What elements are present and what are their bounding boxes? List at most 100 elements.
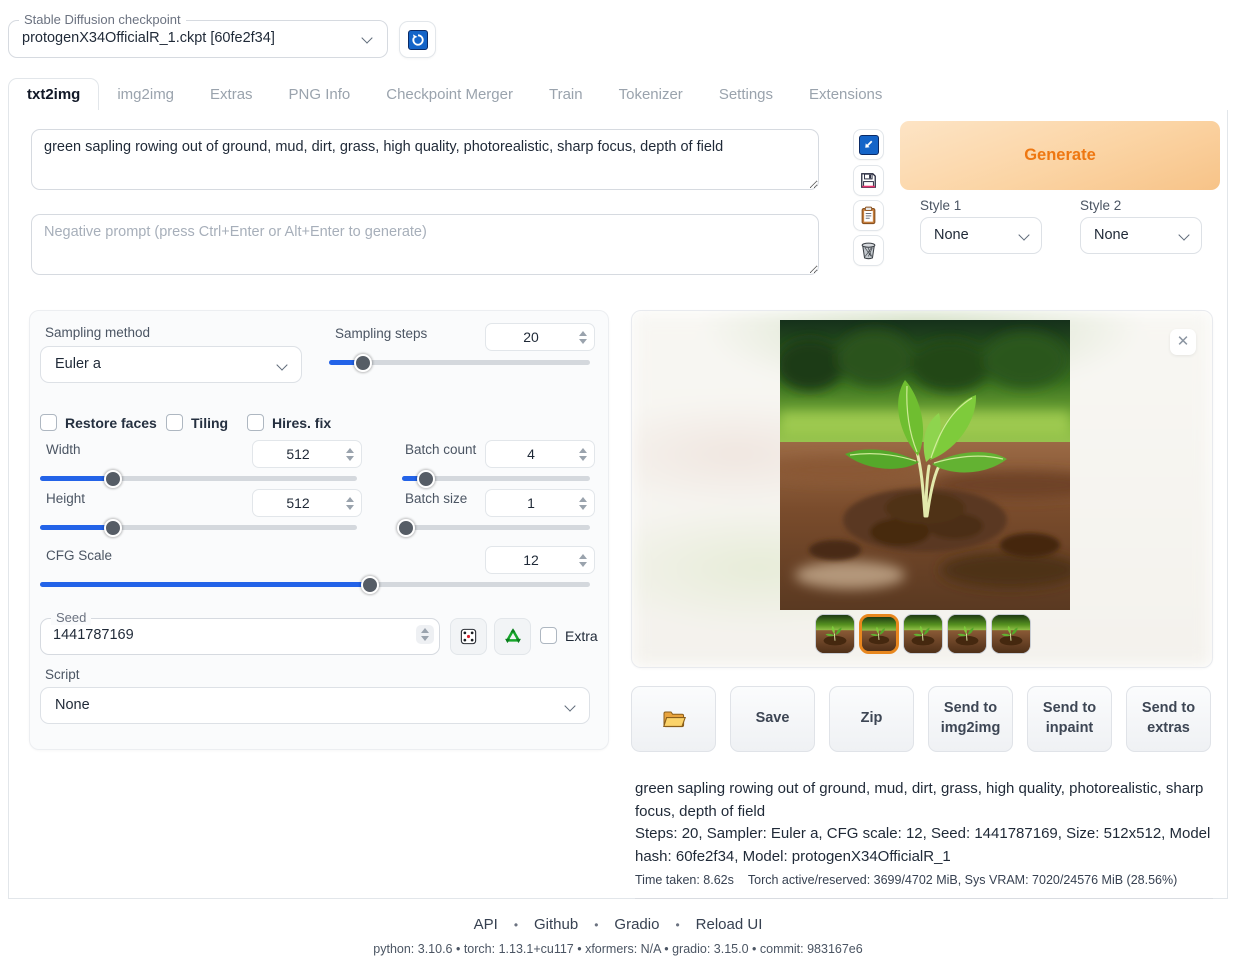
batch-count-label: Batch count xyxy=(405,442,476,457)
style1-dropdown[interactable]: None xyxy=(920,217,1042,254)
tab-tokenizer[interactable]: Tokenizer xyxy=(601,79,701,110)
stepper-arrows[interactable] xyxy=(576,554,594,567)
seed-input[interactable]: Seed xyxy=(40,618,440,655)
checkpoint-dropdown[interactable]: Stable Diffusion checkpoint protogenX34O… xyxy=(8,20,388,58)
tiling-checkbox[interactable]: Tiling xyxy=(166,414,228,431)
send-to-extras-button[interactable]: Send to extras xyxy=(1126,686,1211,752)
tab-txt2img[interactable]: txt2img xyxy=(8,78,99,111)
separator-dot: • xyxy=(594,918,598,932)
batch-size-value[interactable] xyxy=(486,495,576,511)
thumbnail-5[interactable] xyxy=(991,614,1031,654)
apply-style-button[interactable] xyxy=(853,200,884,231)
thumbnail-2-selected[interactable] xyxy=(859,614,899,654)
cfg-scale-input[interactable] xyxy=(485,546,595,574)
separator-dot: • xyxy=(514,918,518,932)
width-slider[interactable] xyxy=(40,476,357,481)
stepper-arrows[interactable] xyxy=(343,497,361,510)
clear-prompt-button[interactable] xyxy=(853,235,884,266)
save-button[interactable]: Save xyxy=(730,686,815,752)
extra-seed-checkbox[interactable]: Extra xyxy=(540,627,598,644)
checkbox[interactable] xyxy=(166,414,183,431)
open-folder-button[interactable] xyxy=(631,686,716,752)
stepper-arrows[interactable] xyxy=(576,331,594,344)
batch-size-slider[interactable] xyxy=(402,525,590,530)
tab-settings[interactable]: Settings xyxy=(701,79,791,110)
height-slider[interactable] xyxy=(40,525,357,530)
sampling-steps-input[interactable] xyxy=(485,323,595,351)
script-dropdown[interactable]: None xyxy=(40,687,590,724)
stepper-arrows[interactable] xyxy=(576,497,594,510)
reuse-seed-button[interactable] xyxy=(494,618,531,655)
gallery-actions: Save Zip Send to img2img Send to inpaint… xyxy=(631,686,1213,752)
gradio-link[interactable]: Gradio xyxy=(614,916,659,933)
slider-knob[interactable] xyxy=(104,470,122,488)
send-to-img2img-button[interactable]: Send to img2img xyxy=(928,686,1013,752)
zip-button[interactable]: Zip xyxy=(829,686,914,752)
negative-prompt-input[interactable] xyxy=(31,214,819,275)
generation-info: green sapling rowing out of ground, mud,… xyxy=(635,778,1213,899)
close-gallery-button[interactable]: ✕ xyxy=(1170,329,1196,355)
recycle-icon xyxy=(503,627,523,647)
output-perf-text: Time taken: 8.62sTorch active/reserved: … xyxy=(635,873,1213,887)
send-to-inpaint-button[interactable]: Send to inpaint xyxy=(1027,686,1112,752)
slider-knob[interactable] xyxy=(104,519,122,537)
generate-button[interactable]: Generate xyxy=(900,121,1220,190)
cfg-scale-slider[interactable] xyxy=(40,582,590,587)
checkbox[interactable] xyxy=(40,414,57,431)
tab-checkpoint-merger[interactable]: Checkpoint Merger xyxy=(368,79,531,110)
width-value[interactable] xyxy=(253,446,343,462)
batch-count-input[interactable] xyxy=(485,440,595,468)
seed-value[interactable] xyxy=(53,627,383,643)
checkbox[interactable] xyxy=(540,627,557,644)
style2-dropdown[interactable]: None xyxy=(1080,217,1202,254)
output-prompt-text: green sapling rowing out of ground, mud,… xyxy=(635,778,1213,823)
thumbnail-strip xyxy=(815,614,1031,654)
footer: API • Github • Gradio • Reload UI python… xyxy=(0,916,1236,956)
height-input[interactable] xyxy=(252,489,362,517)
cfg-scale-value[interactable] xyxy=(486,552,576,568)
api-link[interactable]: API xyxy=(474,916,498,933)
width-input[interactable] xyxy=(252,440,362,468)
tab-extras[interactable]: Extras xyxy=(192,79,271,110)
thumbnail-1[interactable] xyxy=(815,614,855,654)
stepper-arrows[interactable] xyxy=(343,448,361,461)
refresh-icon xyxy=(408,30,428,50)
hires-fix-checkbox[interactable]: Hires. fix xyxy=(247,414,331,431)
sampling-method-dropdown[interactable]: Euler a xyxy=(40,346,302,383)
height-label: Height xyxy=(46,491,85,506)
style1-label: Style 1 xyxy=(920,198,961,213)
stepper-arrows[interactable] xyxy=(576,448,594,461)
batch-count-slider[interactable] xyxy=(402,476,590,481)
separator-dot: • xyxy=(675,918,679,932)
thumbnail-3[interactable] xyxy=(903,614,943,654)
slider-knob[interactable] xyxy=(361,576,379,594)
tab-png-info[interactable]: PNG Info xyxy=(271,79,369,110)
height-value[interactable] xyxy=(253,495,343,511)
batch-size-input[interactable] xyxy=(485,489,595,517)
refresh-checkpoint-button[interactable] xyxy=(399,21,436,58)
main-tab-bar: txt2img img2img Extras PNG Info Checkpoi… xyxy=(8,78,1228,111)
thumbnail-4[interactable] xyxy=(947,614,987,654)
generation-settings-panel: Sampling method Euler a Sampling steps R… xyxy=(29,310,609,750)
stepper-arrows[interactable] xyxy=(416,625,434,644)
tab-extensions[interactable]: Extensions xyxy=(791,79,900,110)
random-seed-button[interactable] xyxy=(450,618,487,655)
prompt-input[interactable]: green sapling rowing out of ground, mud,… xyxy=(31,129,819,190)
slider-knob[interactable] xyxy=(417,470,435,488)
reload-ui-link[interactable]: Reload UI xyxy=(696,916,763,933)
tab-img2img[interactable]: img2img xyxy=(99,79,192,110)
read-parameters-button[interactable] xyxy=(853,129,884,160)
restore-faces-checkbox[interactable]: Restore faces xyxy=(40,414,157,431)
slider-knob[interactable] xyxy=(397,519,415,537)
save-style-button[interactable] xyxy=(853,165,884,196)
tab-train[interactable]: Train xyxy=(531,79,601,110)
slider-knob[interactable] xyxy=(354,354,372,372)
generated-image[interactable] xyxy=(780,320,1070,610)
batch-size-label: Batch size xyxy=(405,491,467,506)
sampling-steps-value[interactable] xyxy=(486,329,576,345)
checkbox[interactable] xyxy=(247,414,264,431)
github-link[interactable]: Github xyxy=(534,916,578,933)
script-label: Script xyxy=(45,667,80,682)
sampling-steps-slider[interactable] xyxy=(329,360,590,365)
batch-count-value[interactable] xyxy=(486,446,576,462)
